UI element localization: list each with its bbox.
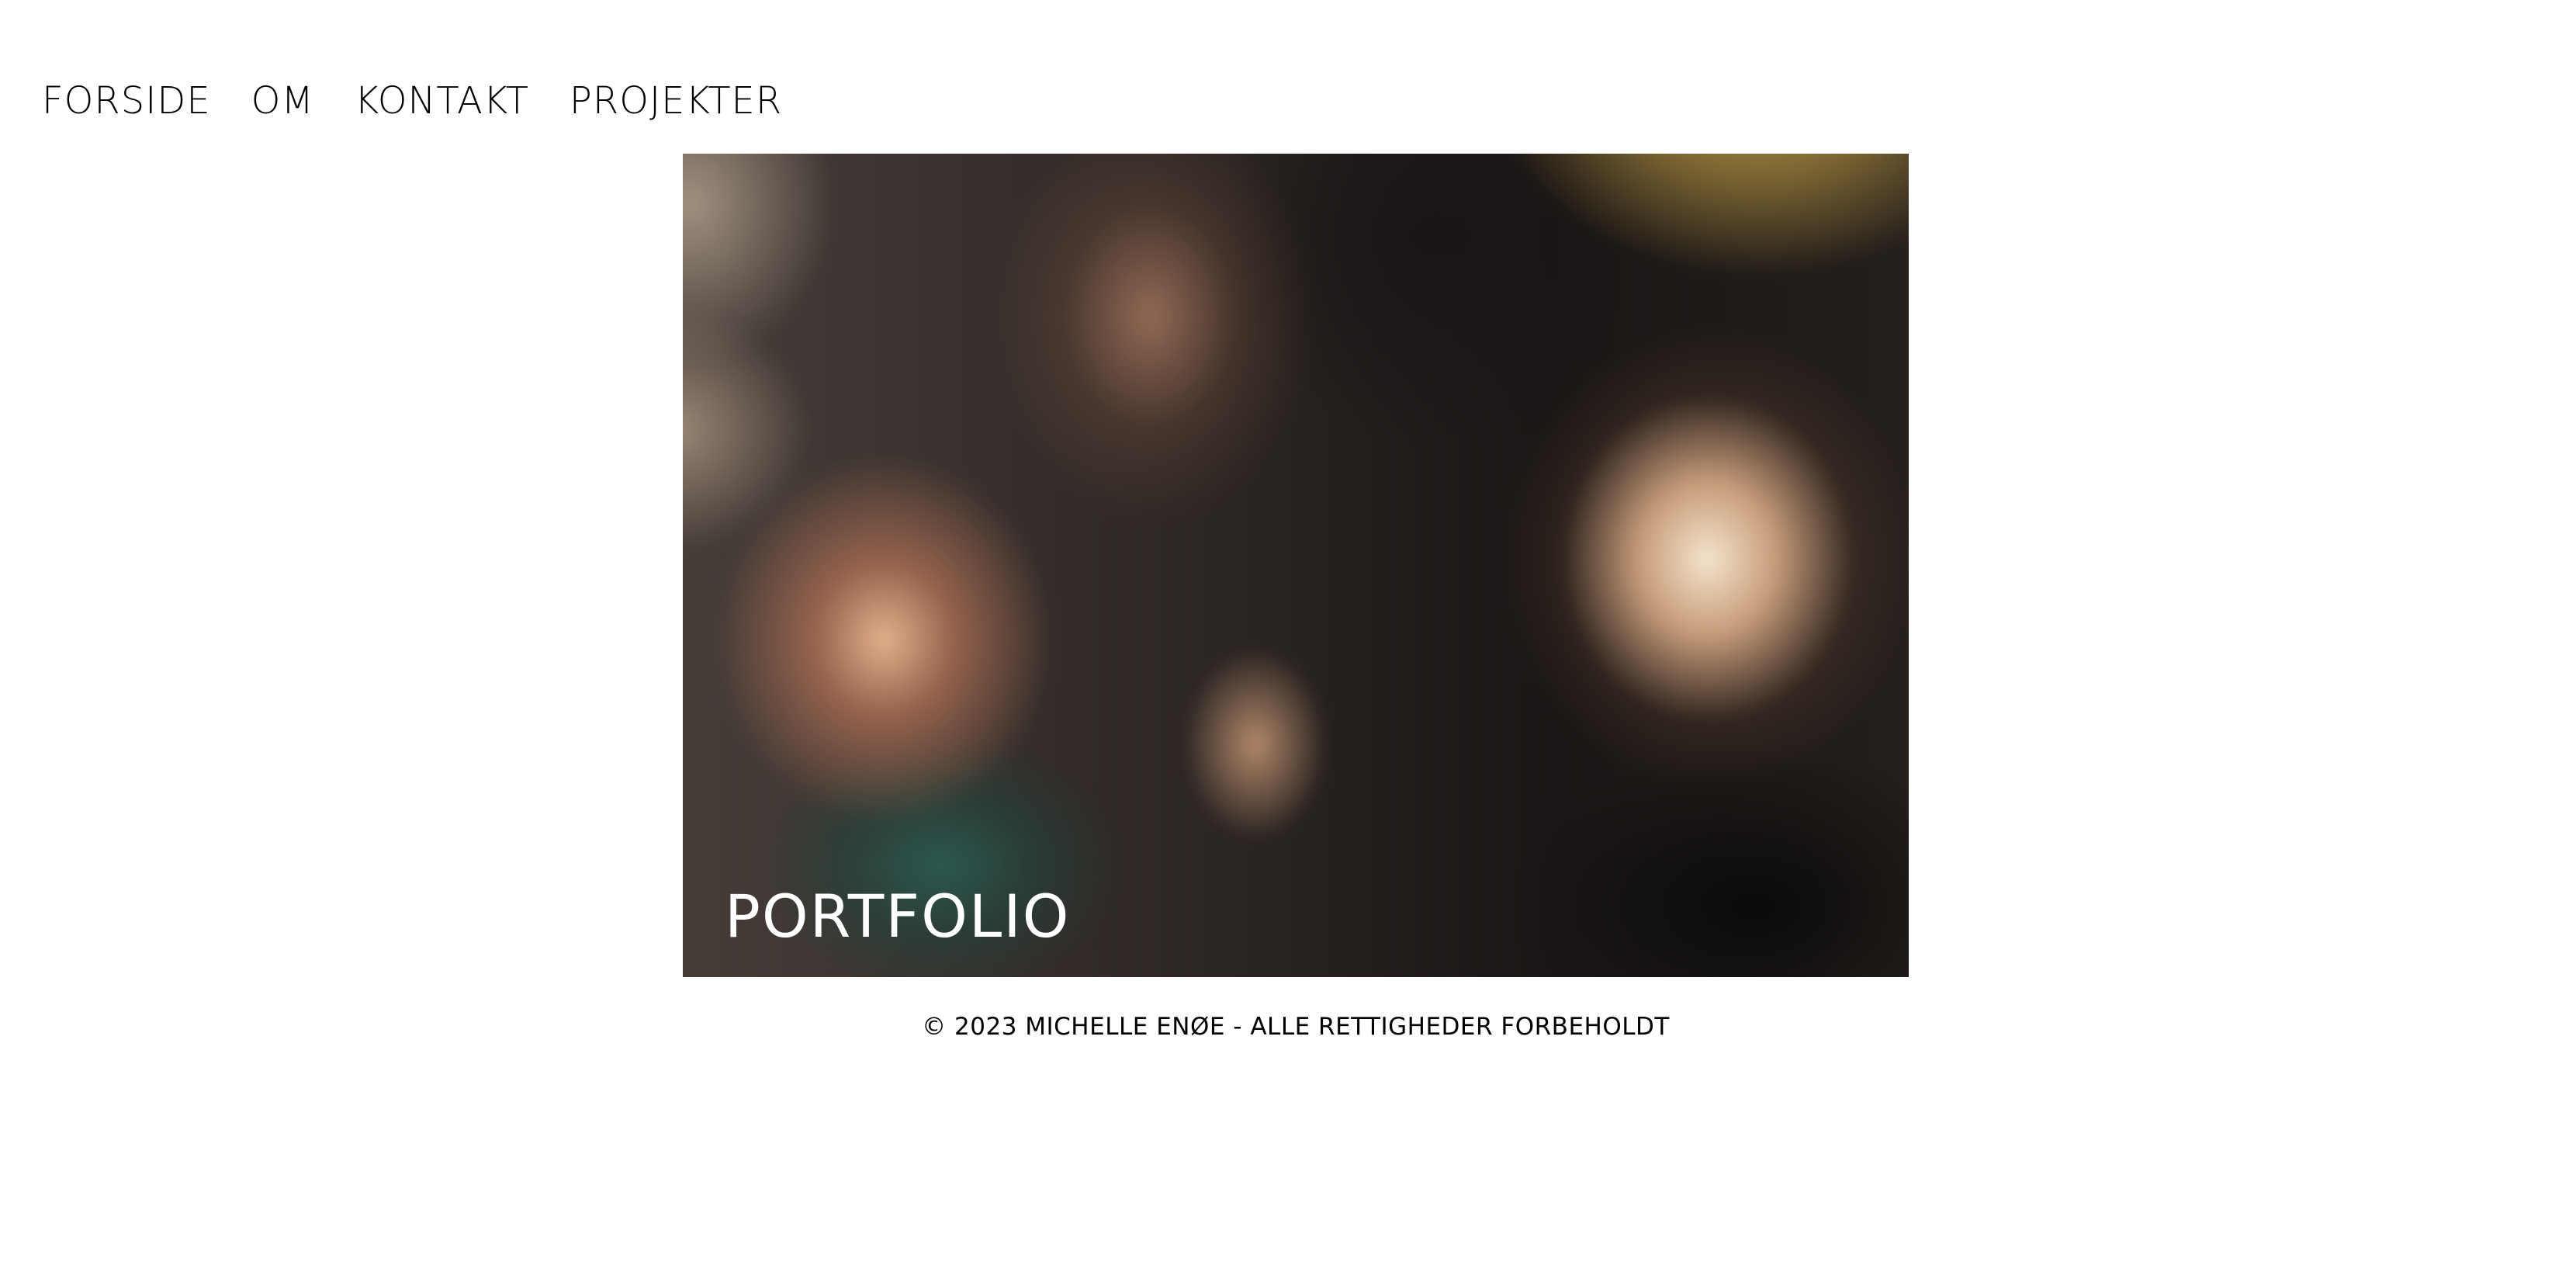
nav-item-projekter[interactable]: PROJEKTER	[570, 79, 782, 124]
hero-photo	[683, 154, 1909, 977]
nav-item-om[interactable]: OM	[251, 79, 314, 124]
footer-copyright: © 2023 MICHELLE ENØE - ALLE RETTIGHEDER …	[922, 1013, 1670, 1041]
nav-item-kontakt[interactable]: KONTAKT	[355, 79, 529, 124]
portfolio-hero-card[interactable]: PORTFOLIO	[683, 154, 1909, 977]
hero-title: PORTFOLIO	[725, 882, 1071, 951]
main-navigation: FORSIDE OM KONTAKT PROJEKTER	[42, 79, 782, 124]
nav-item-forside[interactable]: FORSIDE	[42, 79, 211, 124]
